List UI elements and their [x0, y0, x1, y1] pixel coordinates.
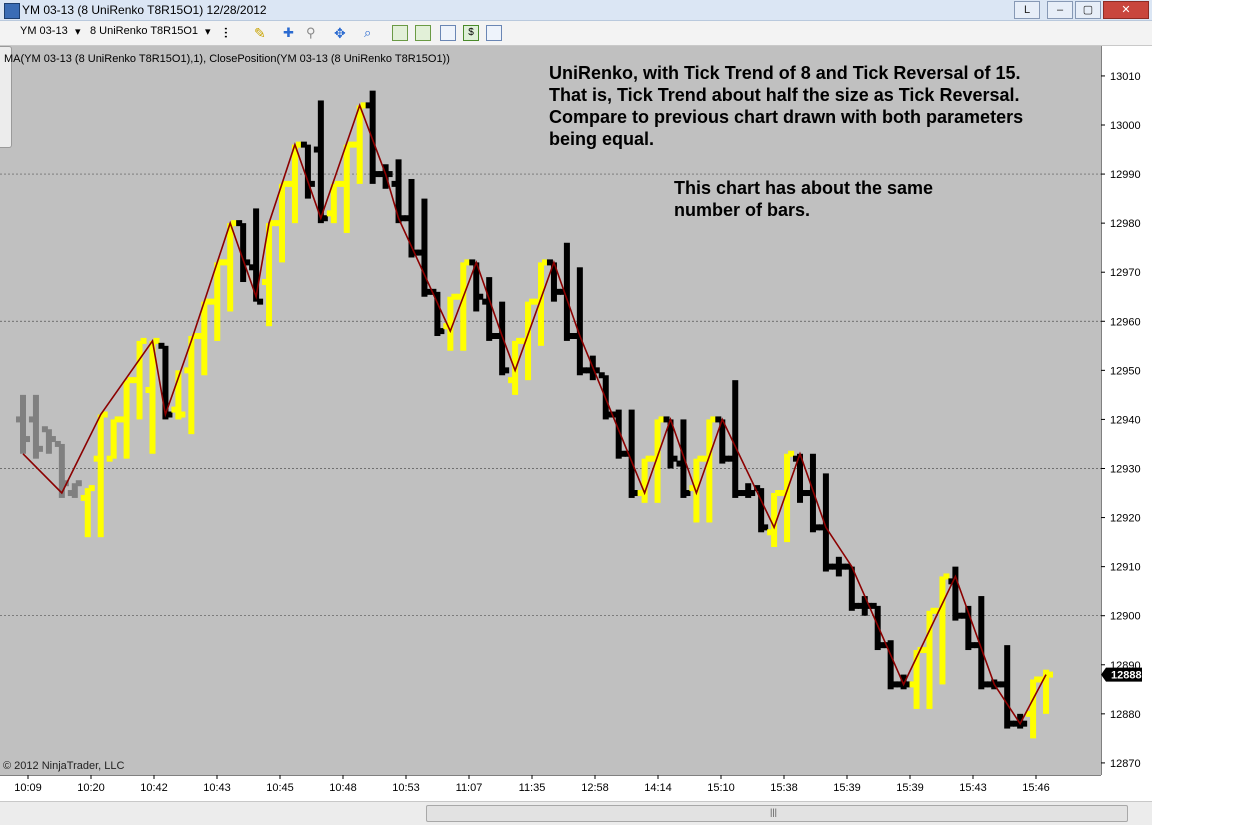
app-icon [4, 3, 20, 19]
chevron-down-icon[interactable]: ▾ [205, 25, 211, 38]
price-axis[interactable] [1101, 46, 1153, 775]
strategies-icon[interactable] [440, 25, 456, 41]
annotation-note-1[interactable]: UniRenko, with Tick Trend of 8 and Tick … [549, 62, 1049, 150]
indicators-icon[interactable] [415, 25, 431, 41]
chevron-down-icon[interactable]: ▾ [75, 25, 81, 38]
time-axis[interactable] [0, 775, 1101, 801]
axis-corner [1101, 775, 1152, 800]
chart-panel[interactable] [0, 46, 1101, 775]
copyright-label: © 2012 NinjaTrader, LLC [3, 760, 125, 772]
window-title: YM 03-13 (8 UniRenko T8R15O1) 12/28/2012 [22, 3, 267, 17]
move-icon[interactable]: ✥ [334, 25, 348, 41]
minimize-button[interactable]: – [1047, 1, 1073, 19]
grip-icon: ||| [770, 807, 778, 817]
right-blank-area [1152, 0, 1251, 824]
bar-type-icon[interactable]: ⫶ [224, 25, 238, 41]
zoom-icon[interactable]: ⌕ [364, 25, 378, 40]
dollar-icon[interactable]: $ [463, 25, 479, 41]
restore-button[interactable]: ▢ [1075, 1, 1101, 19]
crosshair-icon[interactable]: ✚ [283, 25, 297, 40]
annotation-note-2[interactable]: This chart has about the same number of … [674, 177, 974, 221]
close-button[interactable]: ✕ [1103, 1, 1149, 19]
indicator-label: MA(YM 03-13 (8 UniRenko T8R15O1),1), Clo… [4, 53, 450, 65]
pin-icon[interactable]: ⚲ [306, 25, 320, 40]
pencil-icon[interactable]: ✎ [254, 25, 268, 41]
horizontal-scrollbar[interactable]: ||| [0, 801, 1152, 825]
link-button[interactable]: L [1014, 1, 1040, 19]
chart-toolbar: YM 03-13 ▾ 8 UniRenko T8R15O1 ▾ ⫶ ✎ ✚ ⚲ … [0, 21, 1152, 46]
properties-icon[interactable] [486, 25, 502, 41]
window-titlebar: YM 03-13 (8 UniRenko T8R15O1) 12/28/2012… [0, 0, 1152, 21]
bartype-select[interactable]: 8 UniRenko T8R15O1 [90, 25, 198, 37]
order-entry-icon[interactable] [392, 25, 408, 41]
instrument-select[interactable]: YM 03-13 [20, 25, 68, 37]
